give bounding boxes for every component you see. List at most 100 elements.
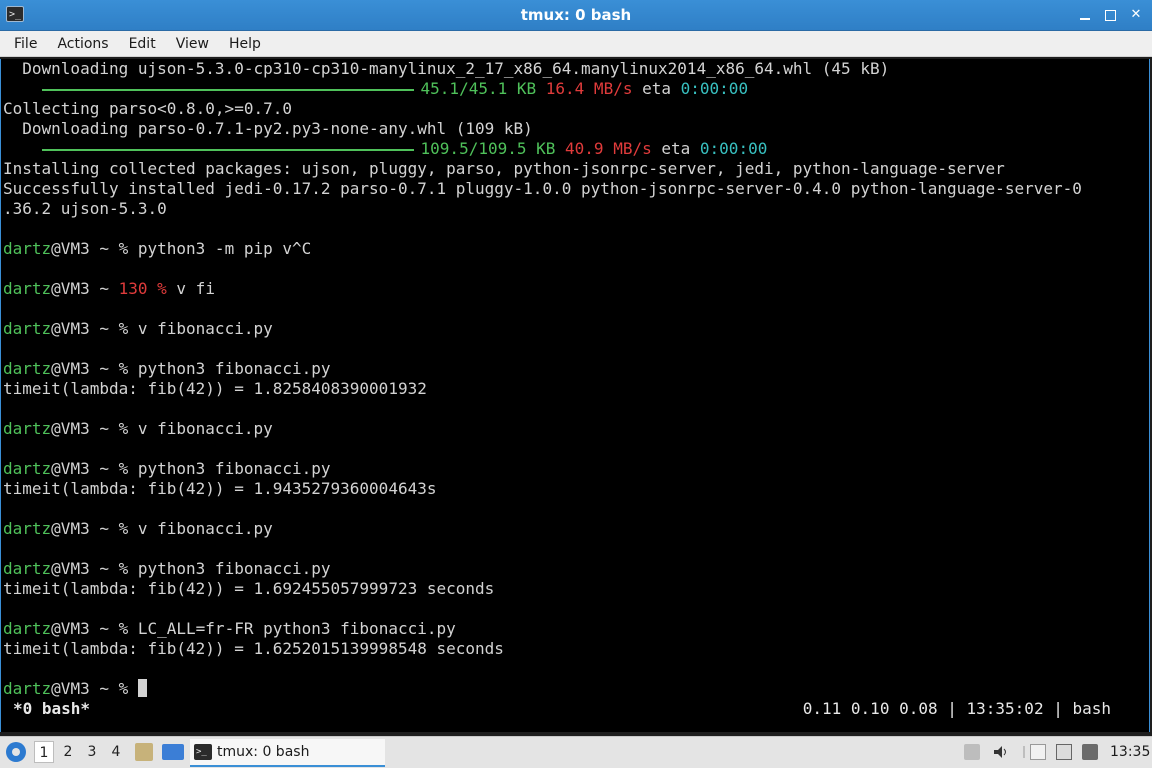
- terminal-text: Installing collected packages: ujson, pl…: [3, 159, 1005, 178]
- close-button[interactable]: ✕: [1130, 8, 1142, 21]
- terminal-line: dartz@VM3 ~ % LC_ALL=fr-FR python3 fibon…: [3, 619, 1082, 639]
- terminal-text: 0:00:00: [680, 79, 749, 98]
- show-desktop-icon[interactable]: [162, 744, 184, 760]
- terminal-text: @VM3 ~ % python3 fibonacci.py: [51, 459, 331, 478]
- terminal-text: .36.2 ujson-5.3.0: [3, 199, 167, 218]
- clipboard-icon[interactable]: [1030, 744, 1046, 760]
- terminal-line: dartz@VM3 ~ 130 % v fi: [3, 279, 1082, 299]
- terminal-text: dartz: [3, 679, 52, 698]
- file-manager-icon[interactable]: [135, 743, 153, 761]
- terminal-text: 0:00:00: [699, 139, 768, 158]
- terminal-text: @VM3 ~ % python3 -m pip v^C: [51, 239, 312, 258]
- maximize-button[interactable]: [1105, 9, 1116, 21]
- terminal-area[interactable]: Downloading ujson-5.3.0-cp310-cp310-many…: [0, 59, 1150, 732]
- terminal-text: dartz: [3, 519, 52, 538]
- terminal-line: .36.2 ujson-5.3.0: [3, 199, 1082, 219]
- terminal-line: dartz@VM3 ~ % python3 -m pip v^C: [3, 239, 1082, 259]
- terminal-text: v fi: [166, 279, 215, 298]
- menu-edit[interactable]: Edit: [119, 31, 166, 57]
- terminal-text: dartz: [3, 459, 52, 478]
- terminal-line: dartz@VM3 ~ %: [3, 679, 1082, 699]
- terminal-text: timeit(lambda: fib(42)) = 1.625201513999…: [3, 639, 504, 658]
- terminal-text: eta: [651, 139, 700, 158]
- desktop-3-button[interactable]: 3: [82, 741, 102, 763]
- download-progress-bar: [41, 88, 414, 91]
- terminal-line: dartz@VM3 ~ % python3 fibonacci.py: [3, 359, 1082, 379]
- terminal-output: Downloading ujson-5.3.0-cp310-cp310-many…: [3, 59, 1082, 699]
- window-title: tmux: 0 bash: [520, 6, 632, 24]
- terminal-line: Installing collected packages: ujson, pl…: [3, 159, 1082, 179]
- terminal-line: Downloading parso-0.7.1-py2.py3-none-any…: [3, 119, 1082, 139]
- minimize-button[interactable]: [1079, 9, 1091, 21]
- menu-help[interactable]: Help: [219, 31, 271, 57]
- tmux-status-right: 0.11 0.10 0.08 | 13:35:02 | bash: [802, 699, 1111, 718]
- volume-icon[interactable]: [992, 744, 1008, 760]
- terminal-line: 109.5/109.5 KB 40.9 MB/s eta 0:00:00: [3, 139, 1082, 159]
- terminal-line: timeit(lambda: fib(42)) = 1.692455057999…: [3, 579, 1082, 599]
- desktop-1-button[interactable]: 1: [34, 741, 54, 763]
- menu-actions[interactable]: Actions: [47, 31, 118, 57]
- terminal-line: dartz@VM3 ~ % python3 fibonacci.py: [3, 459, 1082, 479]
- tmux-window-indicator[interactable]: *0 bash*: [13, 699, 90, 719]
- network-icon[interactable]: [1056, 744, 1072, 760]
- menu-file[interactable]: File: [4, 31, 47, 57]
- taskbar-task-tmux[interactable]: >_ tmux: 0 bash: [190, 739, 385, 767]
- terminal-text: dartz: [3, 619, 52, 638]
- terminal-text: 130 %: [118, 279, 167, 298]
- terminal-text: @VM3 ~ % v fibonacci.py: [51, 419, 273, 438]
- terminal-text: @VM3 ~ % python3 fibonacci.py: [51, 359, 331, 378]
- terminal-text: 45.1/45.1 KB: [420, 79, 537, 98]
- download-progress-bar: [41, 148, 414, 151]
- terminal-text: timeit(lambda: fib(42)) = 1.692455057999…: [3, 579, 495, 598]
- terminal-text: 109.5/109.5 KB: [420, 139, 556, 158]
- update-icon[interactable]: [964, 744, 980, 760]
- title-bar[interactable]: >_ tmux: 0 bash ✕: [0, 0, 1152, 31]
- tmux-status-bar: *0 bash* 0.11 0.10 0.08 | 13:35:02 | bas…: [1, 699, 1149, 721]
- taskbar: 1 2 3 4 >_ tmux: 0 bash 13:35: [0, 736, 1152, 768]
- terminal-line: Successfully installed jedi-0.17.2 parso…: [3, 179, 1082, 199]
- terminal-text: Successfully installed jedi-0.17.2 parso…: [3, 179, 1082, 198]
- terminal-text: @VM3 ~ % LC_ALL=fr-FR python3 fibonacci.…: [51, 619, 456, 638]
- terminal-text: @VM3 ~: [51, 279, 119, 298]
- terminal-line: Downloading ujson-5.3.0-cp310-cp310-many…: [3, 59, 1082, 79]
- terminal-text: @VM3 ~ % python3 fibonacci.py: [51, 559, 331, 578]
- terminal-line: 45.1/45.1 KB 16.4 MB/s eta 0:00:00: [3, 79, 1082, 99]
- terminal-text: eta: [632, 79, 681, 98]
- terminal-text: timeit(lambda: fib(42)) = 1.825840839000…: [3, 379, 427, 398]
- terminal-text: @VM3 ~ %: [51, 679, 138, 698]
- terminal-line: dartz@VM3 ~ % v fibonacci.py: [3, 419, 1082, 439]
- terminal-text: Downloading parso-0.7.1-py2.py3-none-any…: [3, 119, 533, 138]
- menu-view[interactable]: View: [166, 31, 219, 57]
- terminal-cursor: [137, 679, 147, 697]
- desktop-4-button[interactable]: 4: [106, 741, 126, 763]
- terminal-text: 16.4 MB/s: [545, 79, 633, 98]
- menu-bar: File Actions Edit View Help: [0, 31, 1152, 57]
- terminal-text: Collecting parso<0.8.0,>=0.7.0: [3, 99, 292, 118]
- desktop-2-button[interactable]: 2: [58, 741, 78, 763]
- terminal-line: timeit(lambda: fib(42)) = 1.625201513999…: [3, 639, 1082, 659]
- terminal-text: Downloading ujson-5.3.0-cp310-cp310-many…: [3, 59, 890, 78]
- terminal-line: timeit(lambda: fib(42)) = 1.943527936000…: [3, 479, 1082, 499]
- terminal-text: dartz: [3, 419, 52, 438]
- task-label: tmux: 0 bash: [217, 744, 310, 760]
- terminal-text: dartz: [3, 279, 52, 298]
- terminal-text: @VM3 ~ % v fibonacci.py: [51, 519, 273, 538]
- terminal-text: dartz: [3, 319, 52, 338]
- start-menu-icon[interactable]: [6, 742, 26, 762]
- display-icon[interactable]: [1082, 744, 1098, 760]
- terminal-line: Collecting parso<0.8.0,>=0.7.0: [3, 99, 1082, 119]
